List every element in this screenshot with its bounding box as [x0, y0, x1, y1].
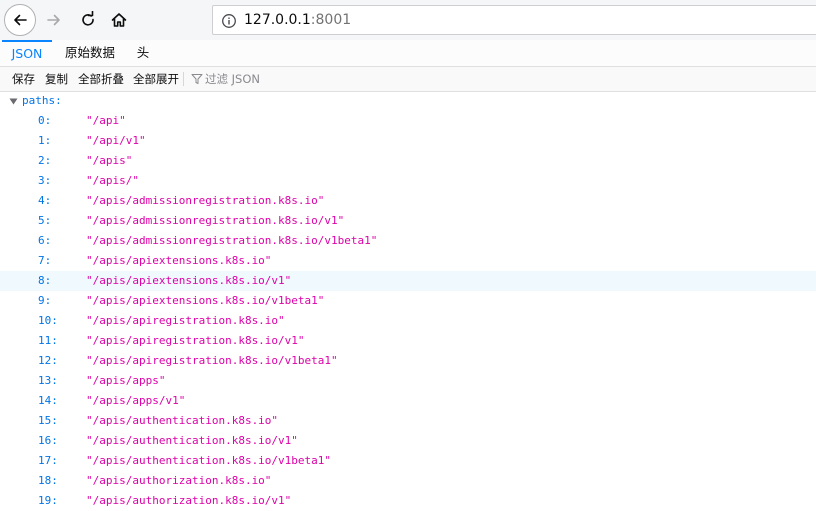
forward-button[interactable] — [38, 4, 70, 36]
tree-row-value: "/api" — [86, 114, 126, 127]
toolbar-divider — [183, 72, 184, 86]
tree-row-key: 17: — [38, 454, 58, 467]
tree-row-key: 15: — [38, 414, 58, 427]
tree-row-value: "/apis/authorization.k8s.io" — [86, 474, 272, 487]
save-button[interactable]: 保存 — [12, 67, 35, 91]
back-button[interactable] — [4, 4, 36, 36]
tree-row-key: 11: — [38, 334, 58, 347]
home-icon — [111, 13, 127, 27]
tree-key-paths: paths: — [22, 94, 62, 107]
url-text: 127.0.0.1:8001 — [244, 12, 351, 28]
tree-row[interactable]: 11: "/apis/apiregistration.k8s.io/v1" — [0, 331, 816, 351]
tree-row-value: "/apis/authorization.k8s.io/v1" — [86, 494, 292, 507]
tree-row[interactable]: 10: "/apis/apiregistration.k8s.io" — [0, 311, 816, 331]
tree-row-value: "/apis/apiregistration.k8s.io/v1beta1" — [86, 354, 338, 367]
json-tree: paths: 0: "/api" 1: "/api/v1" 2: "/apis" 3: "/a… — [0, 91, 816, 507]
collapse-all-button[interactable]: 全部折叠 — [78, 67, 124, 91]
tree-row[interactable]: 19: "/apis/authorization.k8s.io/v1" — [0, 491, 816, 511]
reload-icon — [82, 11, 94, 26]
tree-row-value: "/apis/" — [86, 174, 139, 187]
tree-row-key: 19: — [38, 494, 58, 507]
tree-row-key: 10: — [38, 314, 58, 327]
expand-all-button[interactable]: 全部展开 — [133, 67, 179, 91]
info-icon[interactable] — [221, 13, 237, 29]
tree-row-key: 6: — [38, 234, 52, 247]
tree-row-key: 7: — [38, 254, 52, 267]
tree-row[interactable]: 4: "/apis/admissionregistration.k8s.io" — [0, 191, 816, 211]
tree-row-value: "/apis/apiextensions.k8s.io" — [86, 254, 272, 267]
filter-json-input[interactable] — [205, 69, 405, 89]
tree-row[interactable]: 7: "/apis/apiextensions.k8s.io" — [0, 251, 816, 271]
tree-row-key: 13: — [38, 374, 58, 387]
url-port: :8001 — [310, 12, 352, 28]
url-bar[interactable]: 127.0.0.1:8001 — [212, 5, 816, 35]
tree-row-key: 14: — [38, 394, 58, 407]
tree-row[interactable]: 14: "/apis/apps/v1" — [0, 391, 816, 411]
tree-row[interactable]: 8: "/apis/apiextensions.k8s.io/v1" — [0, 271, 816, 291]
tree-row-value: "/apis/apiregistration.k8s.io/v1" — [86, 334, 305, 347]
tree-row[interactable]: 13: "/apis/apps" — [0, 371, 816, 391]
tree-row-key: 16: — [38, 434, 58, 447]
tree-row[interactable]: 3: "/apis/" — [0, 171, 816, 191]
home-button[interactable] — [103, 4, 135, 36]
tree-row[interactable]: 5: "/apis/admissionregistration.k8s.io/v1… — [0, 211, 816, 231]
copy-button[interactable]: 复制 — [45, 67, 68, 91]
tree-row[interactable]: 1: "/api/v1" — [0, 131, 816, 151]
tab-headers[interactable]: 头 — [128, 40, 158, 66]
tree-row[interactable]: 2: "/apis" — [0, 151, 816, 171]
tree-row[interactable]: 0: "/api" — [0, 111, 816, 131]
tree-row[interactable]: 6: "/apis/admissionregistration.k8s.io/v1… — [0, 231, 816, 251]
tree-row-value: "/apis/authentication.k8s.io" — [86, 414, 279, 427]
tree-row-value: "/apis/apps/v1" — [86, 394, 186, 407]
tree-row[interactable]: 17: "/apis/authentication.k8s.io/v1beta1" — [0, 451, 816, 471]
tree-row-value: "/apis/admissionregistration.k8s.io/v1" — [86, 214, 345, 227]
tree-row[interactable]: 15: "/apis/authentication.k8s.io" — [0, 411, 816, 431]
json-toolbar: 保存 复制 全部折叠 全部展开 — [0, 67, 816, 92]
tree-row-key: 18: — [38, 474, 58, 487]
tree-row-key: 0: — [38, 114, 52, 127]
tree-row-key: 1: — [38, 134, 52, 147]
tree-row-key: 5: — [38, 214, 52, 227]
tree-row-value: "/apis/admissionregistration.k8s.io/v1be… — [86, 234, 378, 247]
arrow-right-icon — [47, 14, 60, 26]
tree-row[interactable]: 16: "/apis/authentication.k8s.io/v1" — [0, 431, 816, 451]
tab-json[interactable]: JSON — [2, 40, 52, 66]
tree-row-value: "/apis/authentication.k8s.io/v1" — [86, 434, 298, 447]
tree-row-value: "/apis/apps" — [86, 374, 166, 387]
url-host: 127.0.0.1 — [244, 12, 311, 28]
tree-row-value: "/api/v1" — [86, 134, 146, 147]
tree-row-key: 2: — [38, 154, 52, 167]
tree-row-key: 3: — [38, 174, 52, 187]
tree-row-value: "/apis/apiextensions.k8s.io/v1beta1" — [86, 294, 325, 307]
reload-button[interactable] — [72, 4, 104, 36]
tree-row[interactable]: 18: "/apis/authorization.k8s.io" — [0, 471, 816, 491]
viewer-tabs: JSON 原始数据 头 — [0, 40, 816, 67]
tree-row-key: 9: — [38, 294, 52, 307]
tree-row-value: "/apis/authentication.k8s.io/v1beta1" — [86, 454, 332, 467]
tree-row[interactable]: 12: "/apis/apiregistration.k8s.io/v1beta1… — [0, 351, 816, 371]
tree-row-value: "/apis" — [86, 154, 133, 167]
filter-icon — [191, 74, 203, 84]
tree-row-key: 8: — [38, 274, 52, 287]
expand-triangle-icon[interactable] — [9, 98, 18, 105]
tree-row-key: 4: — [38, 194, 52, 207]
arrow-left-icon — [14, 14, 27, 26]
tree-row-value: "/apis/apiextensions.k8s.io/v1" — [86, 274, 292, 287]
tree-row-value: "/apis/admissionregistration.k8s.io" — [86, 194, 325, 207]
tree-row[interactable]: 9: "/apis/apiextensions.k8s.io/v1beta1" — [0, 291, 816, 311]
browser-toolbar: 127.0.0.1:8001 — [0, 0, 816, 41]
tab-raw-data[interactable]: 原始数据 — [58, 40, 122, 66]
tree-row-value: "/apis/apiregistration.k8s.io" — [86, 314, 285, 327]
tree-row-key: 12: — [38, 354, 58, 367]
